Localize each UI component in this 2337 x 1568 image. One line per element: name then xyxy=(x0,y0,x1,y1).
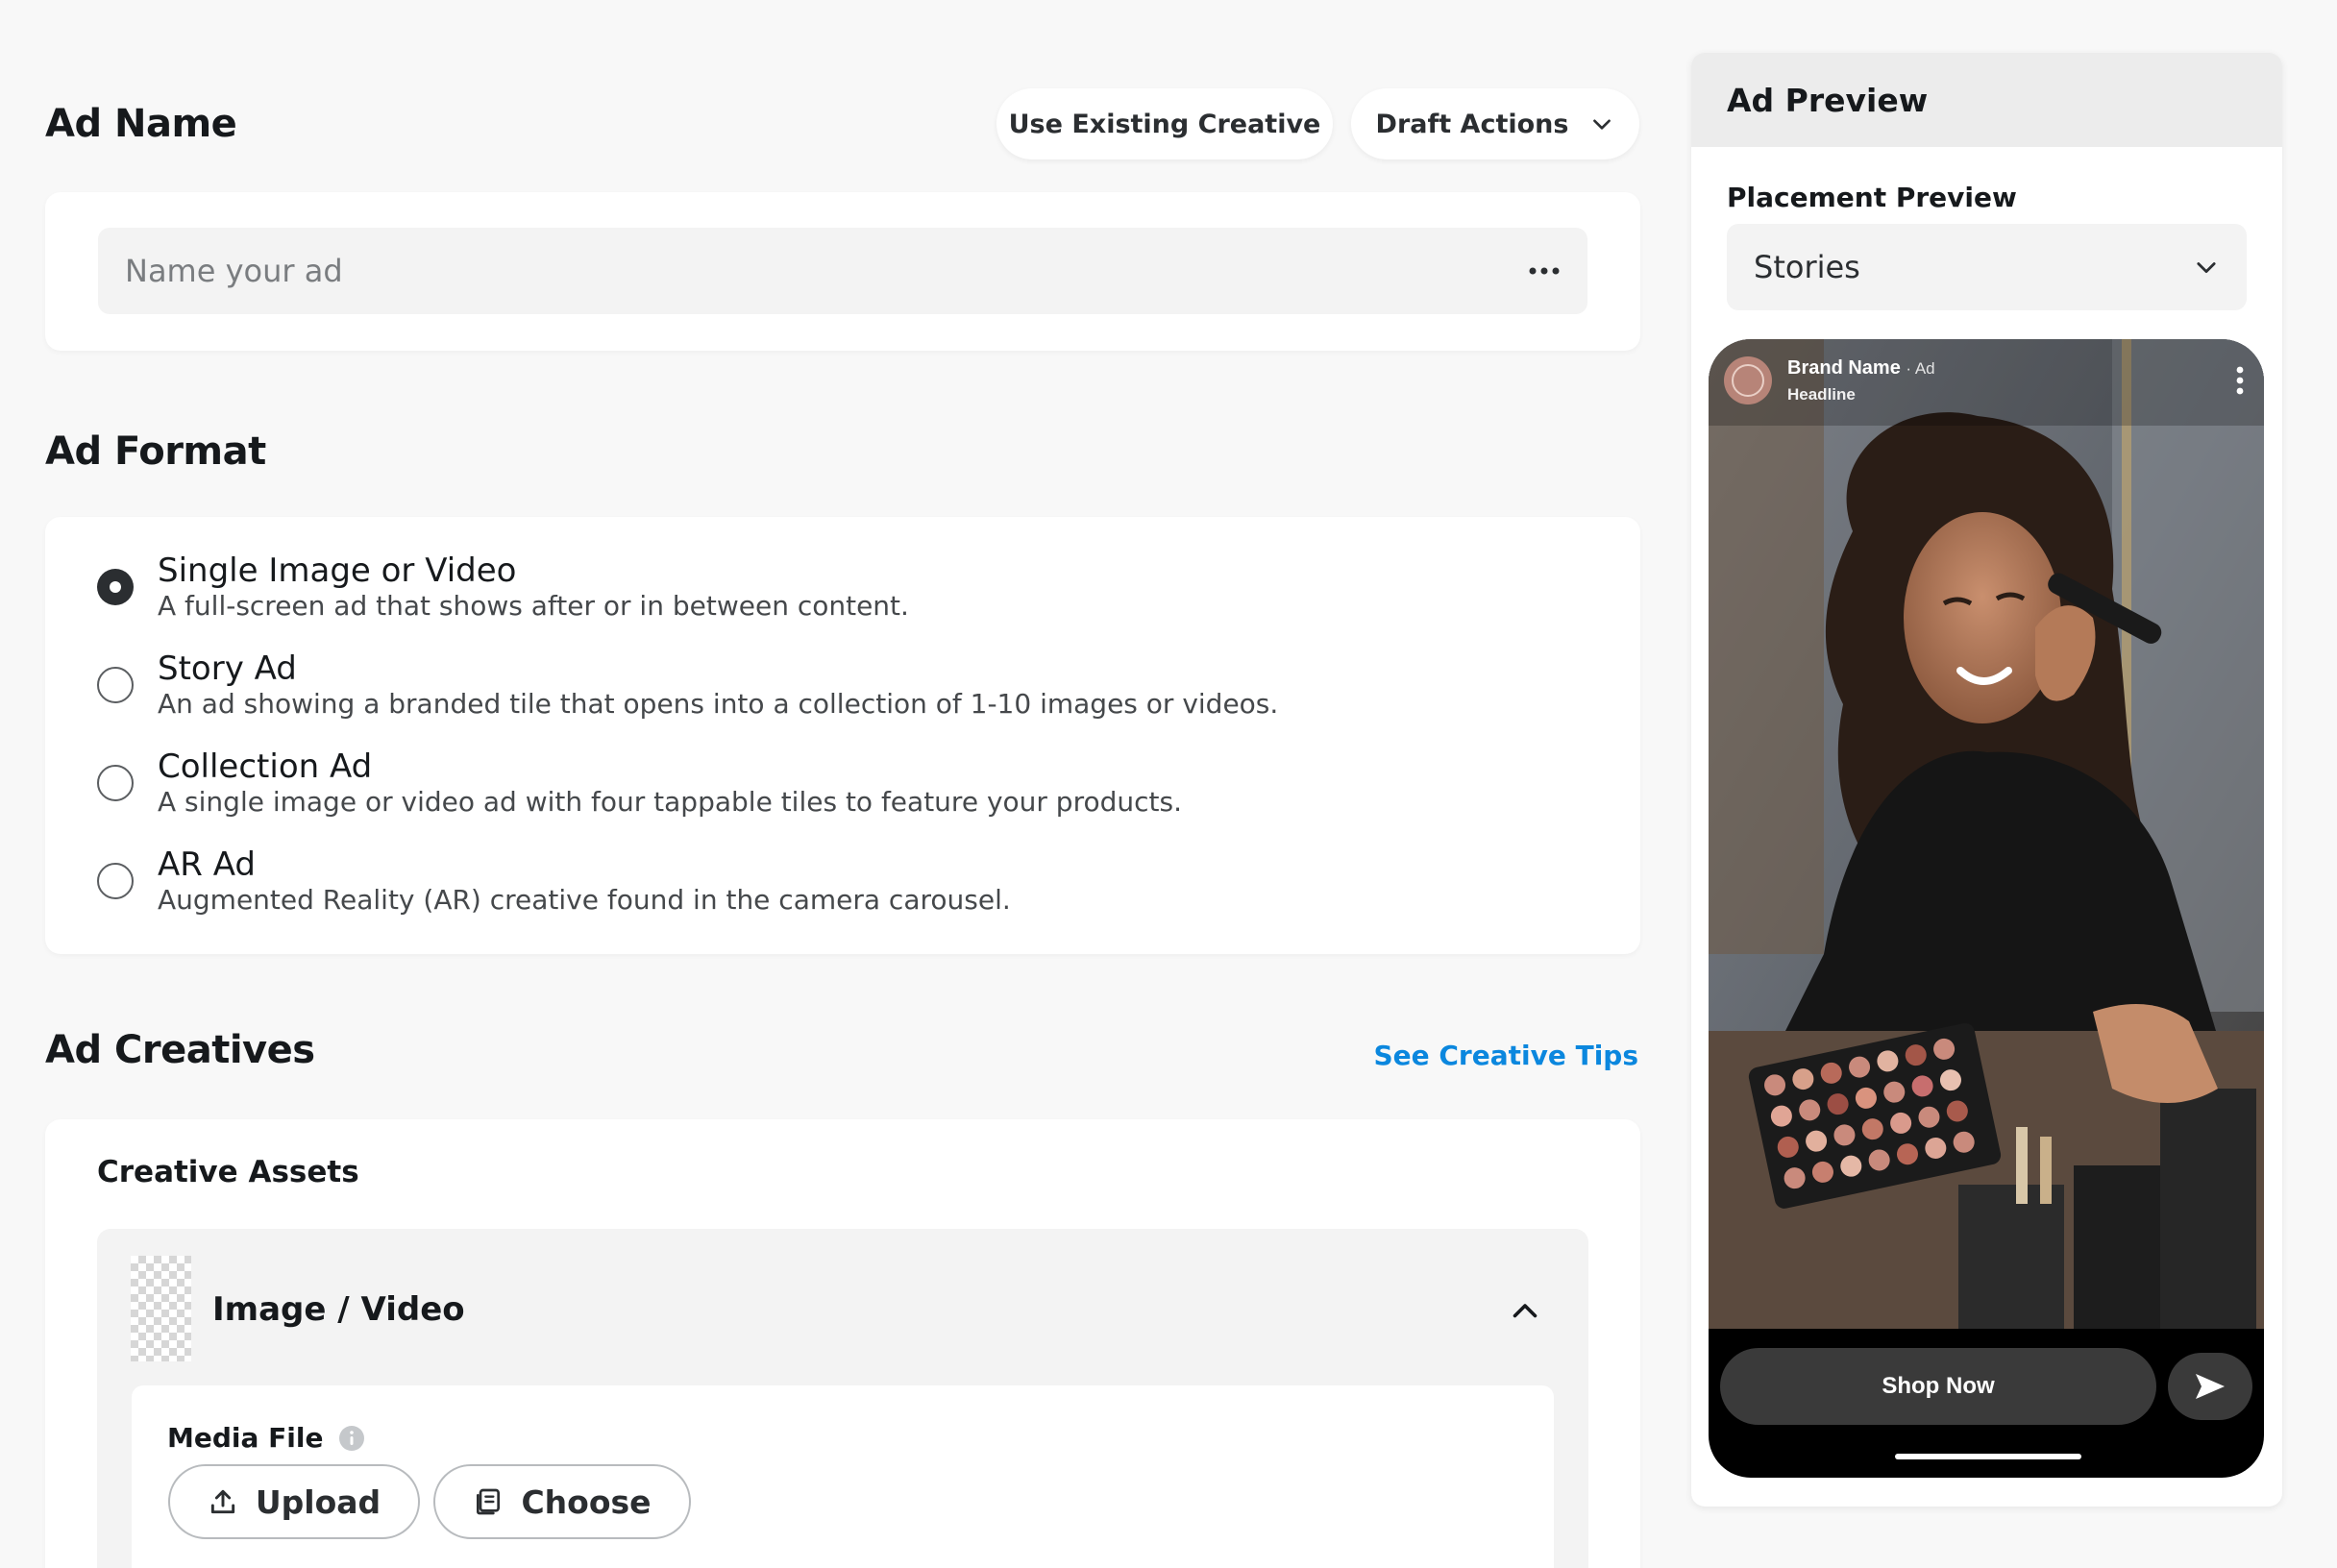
option-title: AR Ad xyxy=(158,845,256,884)
model-makeup-photo xyxy=(1709,339,2264,1329)
brand-avatar xyxy=(1724,356,1772,404)
ad-format-card: Single Image or Video A full-screen ad t… xyxy=(45,517,1640,954)
placement-select[interactable]: Stories xyxy=(1727,224,2247,310)
choose-label: Choose xyxy=(521,1482,652,1521)
ad-name-card xyxy=(45,192,1640,351)
format-option-single-image-video[interactable]: Single Image or Video A full-screen ad t… xyxy=(97,551,909,623)
use-existing-creative-button[interactable]: Use Existing Creative xyxy=(996,88,1333,159)
image-video-section: Image / Video Media File Upload Choose xyxy=(97,1229,1588,1568)
send-icon xyxy=(2196,1374,2225,1399)
radio-ar-ad[interactable] xyxy=(97,863,134,899)
more-vertical-icon[interactable] xyxy=(2235,366,2245,395)
chevron-down-icon xyxy=(1593,119,1611,130)
radio-collection-ad[interactable] xyxy=(97,765,134,801)
media-file-row: Media File xyxy=(167,1422,365,1454)
media-placeholder-thumbnail xyxy=(131,1256,191,1361)
creative-assets-card: Creative Assets Image / Video Media File… xyxy=(45,1119,1640,1568)
story-phone-preview: Brand Name · Ad Headline Shop Now xyxy=(1709,339,2264,1478)
ad-format-heading: Ad Format xyxy=(45,429,266,474)
shop-now-button[interactable]: Shop Now xyxy=(1720,1348,2156,1425)
ad-headline: Headline xyxy=(1787,385,1856,404)
ellipsis-icon[interactable] xyxy=(1528,266,1561,276)
choose-button[interactable]: Choose xyxy=(433,1464,691,1539)
placement-preview-label: Placement Preview xyxy=(1727,182,2017,213)
placement-selected-value: Stories xyxy=(1754,249,1860,285)
ad-name-input[interactable] xyxy=(125,253,1528,289)
option-description: An ad showing a branded tile that opens … xyxy=(158,688,1279,720)
upload-icon xyxy=(210,1489,234,1514)
send-button[interactable] xyxy=(2168,1353,2252,1420)
draft-actions-label: Draft Actions xyxy=(1375,109,1569,139)
creative-assets-title: Creative Assets xyxy=(97,1155,359,1189)
brand-name-row: Brand Name · Ad xyxy=(1787,357,1935,380)
media-file-panel: Media File Upload Choose xyxy=(132,1385,1554,1568)
format-option-collection-ad[interactable]: Collection Ad A single image or video ad… xyxy=(97,747,1182,819)
draft-actions-button[interactable]: Draft Actions xyxy=(1351,88,1639,159)
ad-creatives-heading: Ad Creatives xyxy=(45,1028,315,1072)
ad-name-field[interactable] xyxy=(98,228,1587,314)
chevron-up-icon[interactable] xyxy=(1508,1294,1542,1329)
see-creative-tips-link[interactable]: See Creative Tips xyxy=(1373,1040,1638,1071)
option-title: Collection Ad xyxy=(158,747,373,786)
option-description: Augmented Reality (AR) creative found in… xyxy=(158,884,1011,916)
info-icon[interactable] xyxy=(338,1425,365,1452)
option-description: A single image or video ad with four tap… xyxy=(158,786,1182,818)
image-video-label: Image / Video xyxy=(212,1290,465,1329)
home-indicator xyxy=(1895,1454,2081,1459)
upload-label: Upload xyxy=(255,1482,381,1521)
ad-preview-title: Ad Preview xyxy=(1691,53,2282,147)
format-option-ar-ad[interactable]: AR Ad Augmented Reality (AR) creative fo… xyxy=(97,845,1011,917)
option-title: Single Image or Video xyxy=(158,551,517,590)
chevron-down-icon xyxy=(2197,262,2216,274)
radio-single-image-video[interactable] xyxy=(97,569,134,605)
option-title: Story Ad xyxy=(158,649,297,688)
ad-name-heading: Ad Name xyxy=(45,102,237,146)
media-file-label: Media File xyxy=(167,1422,324,1454)
ad-tag: · Ad xyxy=(1906,359,1935,378)
option-description: A full-screen ad that shows after or in … xyxy=(158,590,909,622)
upload-button[interactable]: Upload xyxy=(168,1464,420,1539)
ad-preview-panel: Ad Preview Placement Preview Stories Bra… xyxy=(1691,53,2282,1507)
ad-creative-image xyxy=(1709,339,2264,1329)
radio-story-ad[interactable] xyxy=(97,667,134,703)
choose-media-icon xyxy=(477,1488,501,1515)
format-option-story-ad[interactable]: Story Ad An ad showing a branded tile th… xyxy=(97,649,1278,721)
brand-name: Brand Name xyxy=(1787,357,1901,379)
